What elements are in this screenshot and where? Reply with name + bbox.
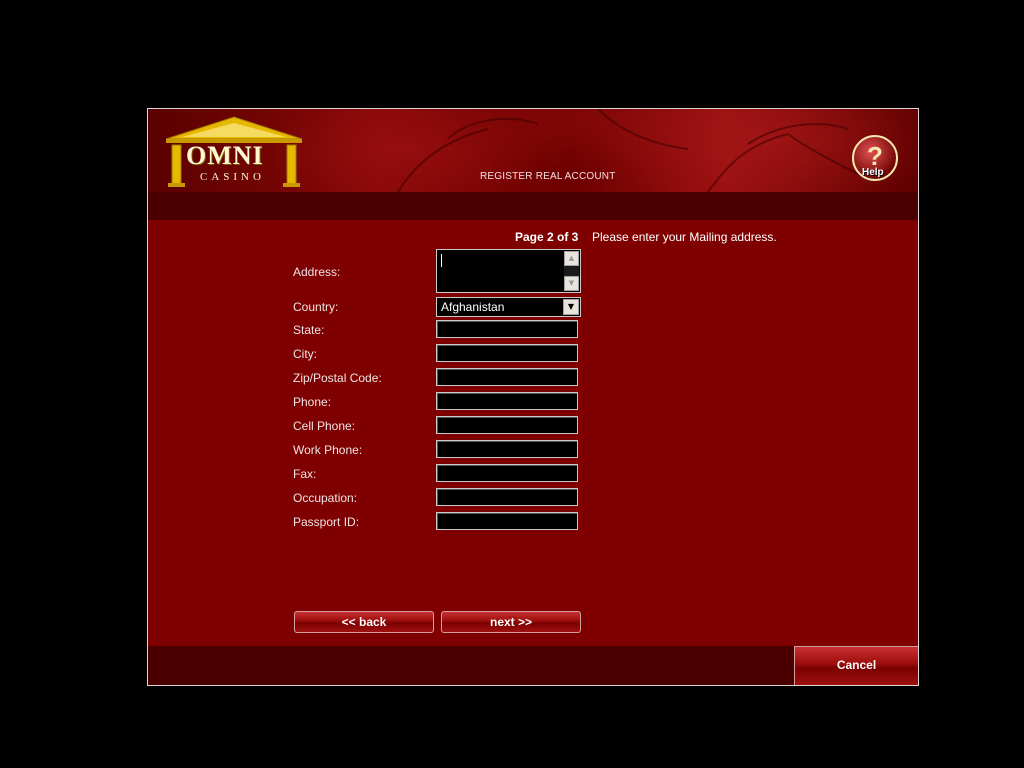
cell-phone-label: Cell Phone:: [293, 419, 356, 433]
chevron-down-icon[interactable]: ▼: [563, 299, 579, 315]
city-label: City:: [293, 347, 317, 361]
country-select[interactable]: Afghanistan ▼: [436, 297, 581, 317]
fax-input[interactable]: [436, 464, 578, 482]
occupation-input[interactable]: [436, 488, 578, 506]
passport-id-input[interactable]: [436, 512, 578, 530]
logo-main-text: OMNI: [186, 141, 264, 170]
address-textarea[interactable]: ▲ ▼: [436, 249, 581, 293]
city-input[interactable]: [436, 344, 578, 362]
scroll-down-icon[interactable]: ▼: [564, 276, 579, 291]
header-title: REGISTER REAL ACCOUNT: [480, 171, 616, 182]
cell-phone-input[interactable]: [436, 416, 578, 434]
scroll-up-icon[interactable]: ▲: [564, 251, 579, 266]
text-caret: [441, 254, 442, 267]
country-label: Country:: [293, 300, 339, 314]
work-phone-label: Work Phone:: [293, 443, 363, 457]
phone-label: Phone:: [293, 395, 332, 409]
phone-input[interactable]: [436, 392, 578, 410]
fax-label: Fax:: [293, 467, 317, 481]
next-button[interactable]: next >>: [441, 611, 581, 633]
logo-sub-text: CASINO: [200, 171, 265, 183]
page-instruction: Please enter your Mailing address.: [592, 230, 777, 244]
work-phone-input[interactable]: [436, 440, 578, 458]
state-label: State:: [293, 323, 325, 337]
header-banner: OMNI CASINO REGISTER REAL ACCOUNT ? Help: [148, 109, 918, 192]
page-indicator: Page 2 of 3: [515, 230, 579, 244]
passport-id-label: Passport ID:: [293, 515, 360, 529]
country-select-value: Afghanistan: [441, 300, 505, 314]
cancel-button[interactable]: Cancel: [794, 646, 918, 685]
zip-input[interactable]: [436, 368, 578, 386]
zip-label: Zip/Postal Code:: [293, 371, 382, 385]
occupation-label: Occupation:: [293, 491, 358, 505]
address-scrollbar[interactable]: ▲ ▼: [564, 251, 579, 291]
registration-window: OMNI CASINO REGISTER REAL ACCOUNT ? Help…: [147, 108, 919, 686]
state-input[interactable]: [436, 320, 578, 338]
back-button[interactable]: << back: [294, 611, 434, 633]
address-label: Address:: [293, 265, 341, 279]
sub-header-bar: [148, 192, 918, 220]
help-button-label[interactable]: Help: [862, 167, 884, 178]
